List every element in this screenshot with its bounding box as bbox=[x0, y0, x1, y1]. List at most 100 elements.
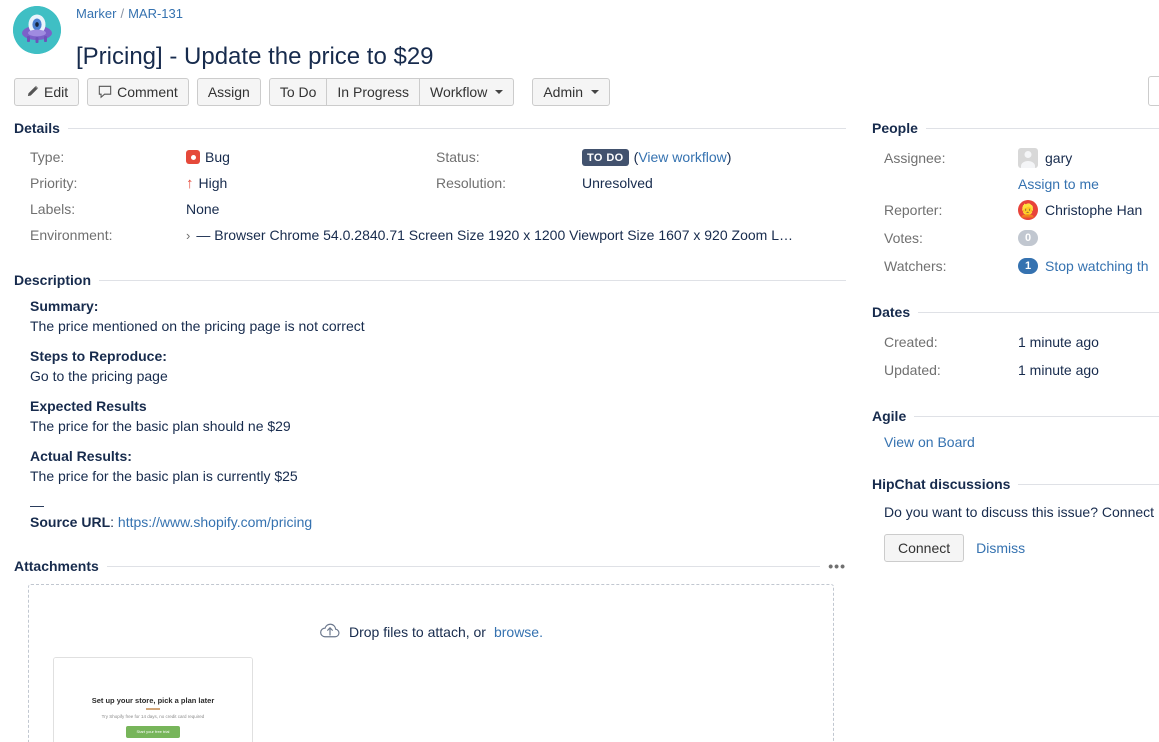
description-block-text: Go to the pricing page bbox=[14, 366, 846, 386]
section-divider bbox=[68, 128, 846, 129]
issue-sidebar: People Assignee: gary Assign to me Repor… bbox=[872, 120, 1159, 562]
created-value: 1 minute ago bbox=[1018, 330, 1159, 354]
page-title: [Pricing] - Update the price to $29 bbox=[76, 42, 434, 72]
description-block: Summary: The price mentioned on the pric… bbox=[14, 298, 846, 336]
description-block-title: Steps to Reproduce: bbox=[14, 348, 846, 364]
status-value: TO DO (View workflow) bbox=[582, 146, 846, 168]
in-progress-transition-button[interactable]: In Progress bbox=[327, 78, 420, 106]
watchers-label: Watchers: bbox=[872, 254, 1018, 278]
assign-button[interactable]: Assign bbox=[197, 78, 261, 106]
dates-heading: Dates bbox=[872, 304, 910, 320]
connect-button[interactable]: Connect bbox=[884, 534, 964, 562]
created-label: Created: bbox=[872, 330, 1018, 354]
source-url-label: Source URL bbox=[30, 514, 110, 530]
hipchat-heading: HipChat discussions bbox=[872, 476, 1010, 492]
hipchat-body: Do you want to discuss this issue? Conne… bbox=[872, 502, 1159, 562]
workflow-dropdown-button[interactable]: Workflow bbox=[420, 78, 514, 106]
people-grid: Assignee: gary Assign to me Reporter: 👱 … bbox=[872, 146, 1159, 278]
labels-value: None bbox=[186, 198, 436, 220]
details-heading: Details bbox=[14, 120, 60, 136]
dates-section: Dates Created: 1 minute ago Updated: 1 m… bbox=[872, 304, 1159, 382]
description-block-text: The price mentioned on the pricing page … bbox=[14, 316, 846, 336]
hipchat-section: HipChat discussions Do you want to discu… bbox=[872, 476, 1159, 562]
browse-link[interactable]: browse. bbox=[494, 624, 543, 640]
section-divider bbox=[99, 280, 846, 281]
breadcrumb-issue-key-link[interactable]: MAR-131 bbox=[128, 6, 183, 21]
source-url-row: Source URL: https://www.shopify.com/pric… bbox=[14, 514, 846, 530]
chevron-right-icon[interactable]: › bbox=[186, 228, 190, 243]
priority-value-text: High bbox=[199, 172, 228, 194]
attachments-section: Attachments ••• Drop files to attach, or… bbox=[14, 558, 846, 742]
breadcrumb-project-link[interactable]: Marker bbox=[76, 6, 116, 21]
attachments-section-header: Attachments ••• bbox=[14, 558, 846, 574]
people-heading: People bbox=[872, 120, 918, 136]
assignee-label: Assignee: bbox=[872, 146, 1018, 170]
dates-grid: Created: 1 minute ago Updated: 1 minute … bbox=[872, 330, 1159, 382]
agile-heading: Agile bbox=[872, 408, 906, 424]
bug-icon bbox=[186, 150, 200, 164]
pencil-icon bbox=[25, 85, 39, 99]
view-on-board-link[interactable]: View on Board bbox=[884, 434, 975, 450]
agile-body: View on Board bbox=[872, 434, 1159, 450]
description-block-title: Actual Results: bbox=[14, 448, 846, 464]
assign-to-me-link[interactable]: Assign to me bbox=[1018, 174, 1099, 194]
description-block-text: The price for the basic plan should ne $… bbox=[14, 416, 846, 436]
agile-section: Agile View on Board bbox=[872, 408, 1159, 450]
clipped-toolbar-control[interactable] bbox=[1148, 76, 1159, 106]
avatar bbox=[1018, 148, 1038, 168]
connect-button-label: Connect bbox=[898, 540, 950, 556]
dates-section-header: Dates bbox=[872, 304, 1159, 320]
description-heading: Description bbox=[14, 272, 91, 288]
description-block-title: Summary: bbox=[14, 298, 846, 314]
votes-value: 0 bbox=[1018, 226, 1159, 250]
source-url-colon: : bbox=[110, 514, 114, 530]
reporter-value[interactable]: 👱 Christophe Han bbox=[1018, 198, 1159, 222]
watchers-badge: 1 bbox=[1018, 258, 1038, 274]
section-divider bbox=[918, 312, 1159, 313]
resolution-label: Resolution: bbox=[436, 172, 582, 194]
paren-close: ) bbox=[727, 146, 732, 168]
in-progress-transition-label: In Progress bbox=[337, 84, 409, 100]
chevron-down-icon bbox=[495, 90, 503, 94]
breadcrumb: Marker / MAR-131 bbox=[76, 6, 183, 22]
dismiss-link[interactable]: Dismiss bbox=[976, 540, 1025, 556]
view-workflow-link[interactable]: View workflow bbox=[638, 146, 726, 168]
votes-badge: 0 bbox=[1018, 230, 1038, 246]
admin-dropdown-button[interactable]: Admin bbox=[532, 78, 610, 106]
description-block: Actual Results: The price for the basic … bbox=[14, 448, 846, 486]
dropzone-text: Drop files to attach, or bbox=[349, 624, 486, 640]
comment-button-label: Comment bbox=[117, 84, 178, 100]
admin-dropdown-label: Admin bbox=[543, 84, 583, 100]
details-section-header: Details bbox=[14, 120, 846, 136]
assignee-value[interactable]: gary bbox=[1018, 146, 1159, 170]
thumbnail-subtitle: Try Shopify free for 14 days, no credit … bbox=[54, 714, 252, 719]
section-divider bbox=[914, 416, 1159, 417]
attachment-dropzone[interactable]: Drop files to attach, or browse. Set up … bbox=[28, 584, 834, 742]
environment-value-text: — Browser Chrome 54.0.2840.71 Screen Siz… bbox=[196, 227, 793, 243]
issue-main-column: Details Type: Bug Status: TO DO (View wo… bbox=[14, 120, 846, 742]
source-url-link[interactable]: https://www.shopify.com/pricing bbox=[118, 514, 312, 530]
more-options-icon[interactable]: ••• bbox=[828, 558, 846, 574]
updated-label: Updated: bbox=[872, 358, 1018, 382]
hipchat-actions: Connect Dismiss bbox=[884, 534, 1159, 562]
votes-label: Votes: bbox=[872, 226, 1018, 250]
assign-to-me-row: Assign to me bbox=[1018, 174, 1159, 194]
stop-watching-link[interactable]: Stop watching th bbox=[1045, 254, 1149, 278]
description-section: Description Summary: The price mentioned… bbox=[14, 272, 846, 530]
labels-label: Labels: bbox=[14, 198, 186, 220]
jira-issue-page: Marker / MAR-131 [Pricing] - Update the pr… bbox=[0, 0, 1159, 742]
chevron-down-icon bbox=[591, 90, 599, 94]
attachment-thumbnail[interactable]: Set up your store, pick a plan later Try… bbox=[53, 657, 253, 742]
resolution-value: Unresolved bbox=[582, 172, 846, 194]
details-grid: Type: Bug Status: TO DO (View workflow) … bbox=[14, 146, 846, 246]
description-block: Expected Results The price for the basic… bbox=[14, 398, 846, 436]
breadcrumb-separator: / bbox=[120, 6, 124, 21]
section-divider bbox=[1018, 484, 1159, 485]
edit-button[interactable]: Edit bbox=[14, 78, 79, 106]
status-label: Status: bbox=[436, 146, 582, 168]
view-workflow-group: (View workflow) bbox=[634, 146, 732, 168]
comment-button[interactable]: Comment bbox=[87, 78, 189, 106]
todo-transition-button[interactable]: To Do bbox=[269, 78, 328, 106]
thumbnail-cta-button: Start your free trial bbox=[126, 726, 180, 738]
project-avatar-icon[interactable] bbox=[13, 6, 61, 54]
